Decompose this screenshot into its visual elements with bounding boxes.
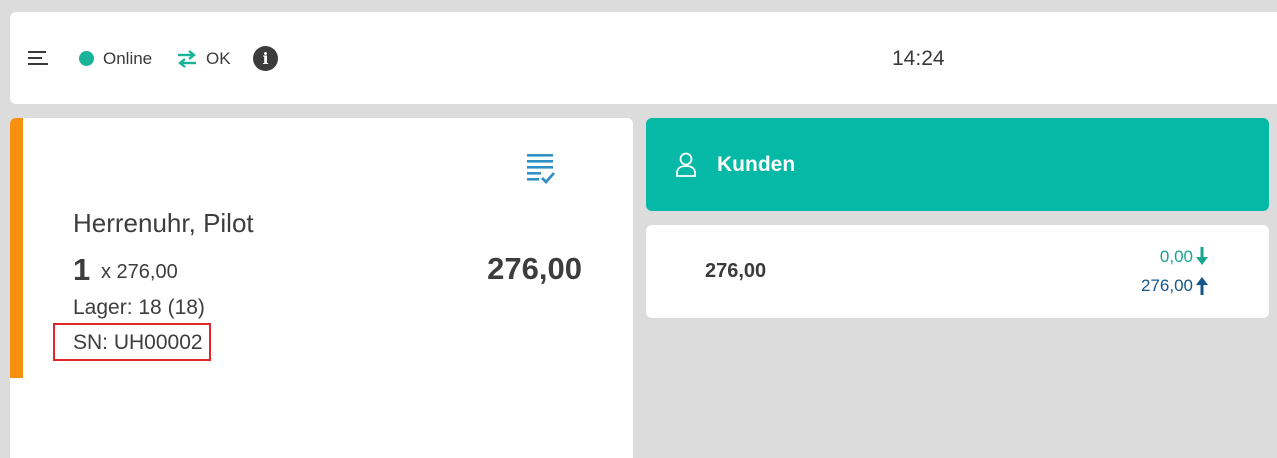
info-icon[interactable]: i bbox=[253, 46, 278, 71]
menu-icon[interactable] bbox=[28, 48, 50, 68]
user-icon bbox=[676, 152, 696, 177]
list-check-icon[interactable] bbox=[526, 152, 556, 186]
item-accent-bar bbox=[10, 118, 23, 378]
online-status-dot bbox=[79, 51, 94, 66]
sync-icon bbox=[178, 50, 196, 68]
item-serial-number: SN: UH00002 bbox=[73, 331, 203, 354]
customer-button[interactable]: Kunden bbox=[646, 118, 1269, 211]
item-quantity: 1 bbox=[73, 252, 91, 287]
totals-sum: 276,00 bbox=[705, 260, 767, 282]
arrow-up-icon bbox=[1196, 277, 1208, 295]
customer-button-label: Kunden bbox=[717, 153, 796, 176]
cart-item-card[interactable]: Herrenuhr, Pilot 1 x 276,00 276,00 Lager… bbox=[10, 118, 633, 458]
sync-status-label: OK bbox=[206, 49, 231, 68]
item-unit-price: x 276,00 bbox=[101, 261, 178, 283]
totals-given: 0,00 bbox=[1159, 247, 1193, 266]
totals-card: 276,00 0,00 276,00 bbox=[646, 225, 1269, 318]
arrow-down-icon bbox=[1196, 247, 1208, 265]
online-status-label: Online bbox=[103, 49, 153, 68]
clock: 14:24 bbox=[892, 47, 945, 70]
top-bar: Online OK i 14:24 bbox=[10, 12, 1277, 104]
item-total: 276,00 bbox=[487, 251, 582, 286]
item-stock: Lager: 18 (18) bbox=[73, 296, 205, 319]
totals-change: 276,00 bbox=[1141, 276, 1193, 295]
item-name: Herrenuhr, Pilot bbox=[73, 208, 254, 238]
